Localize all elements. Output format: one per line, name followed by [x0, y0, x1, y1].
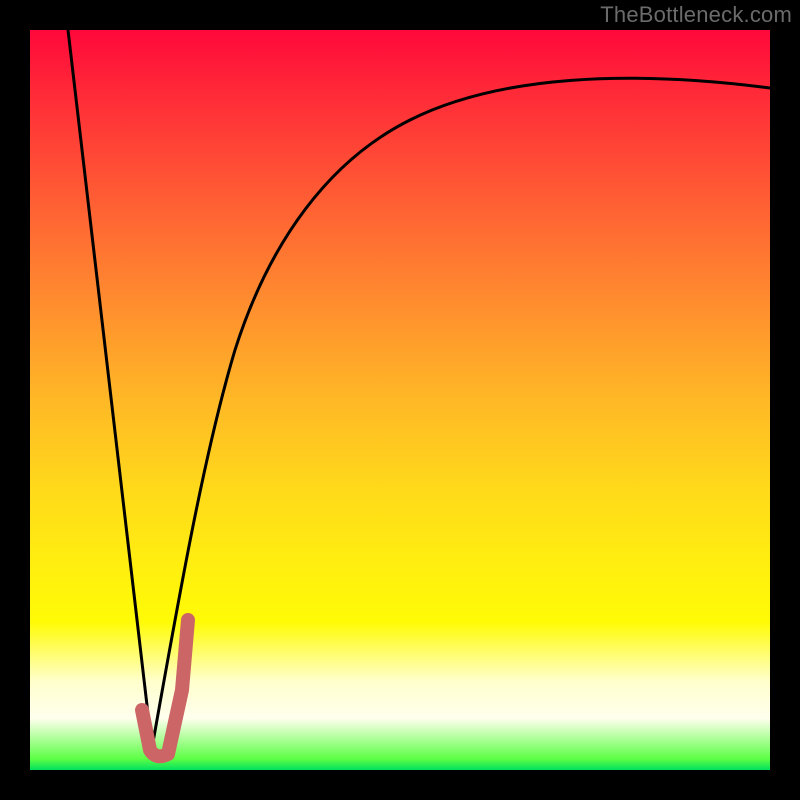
plot-area [30, 30, 770, 770]
watermark-label: TheBottleneck.com [600, 2, 792, 28]
chart-frame: TheBottleneck.com [0, 0, 800, 800]
chart-curves [30, 30, 770, 770]
curve-left-branch [68, 30, 152, 748]
curve-right-branch [152, 78, 770, 748]
overlay-j-mark [142, 620, 188, 756]
